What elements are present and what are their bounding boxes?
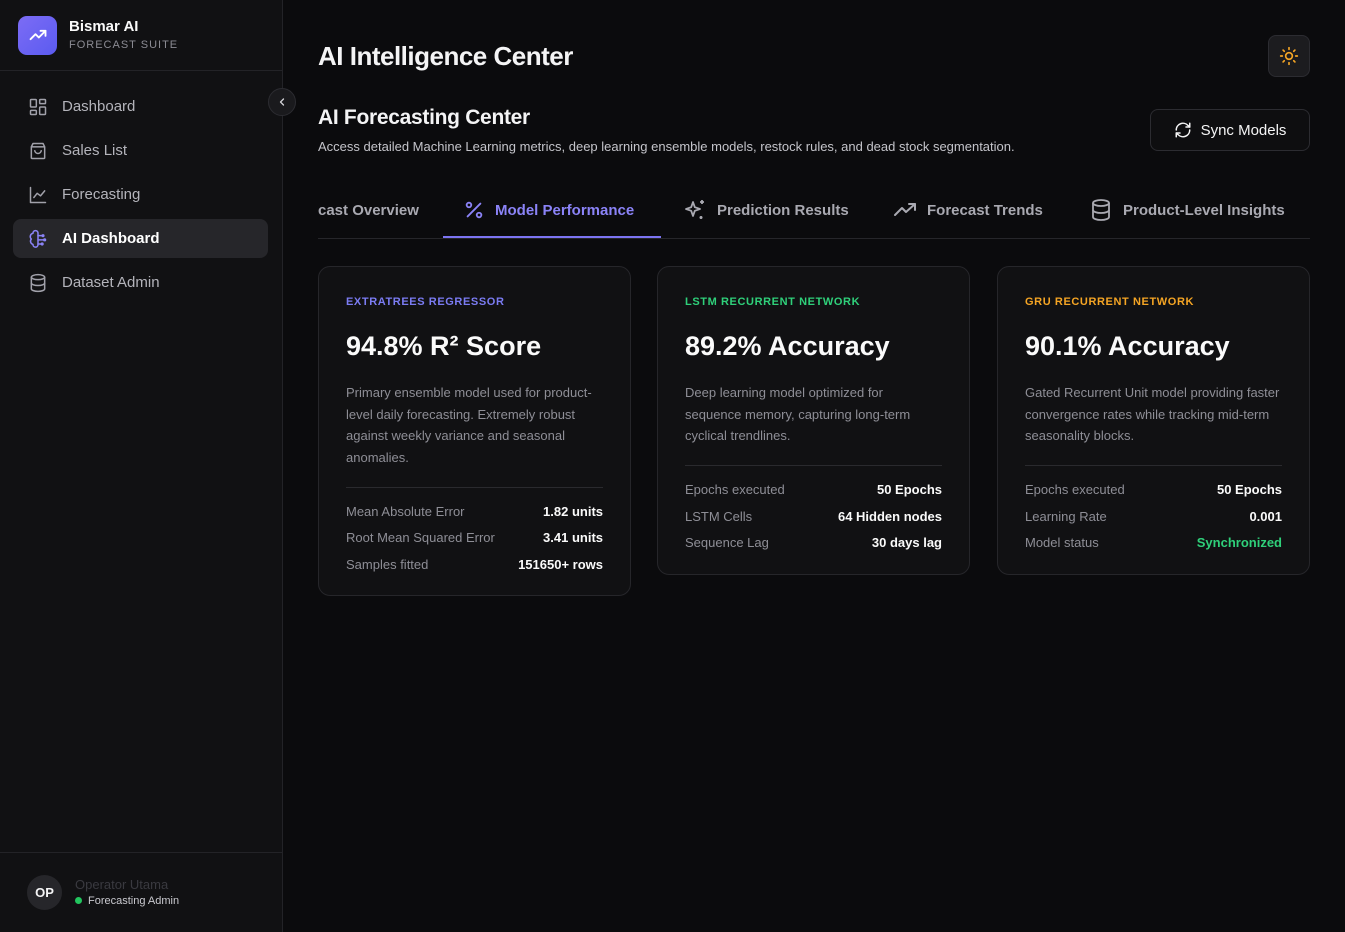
model-stats: Epochs executed 50 Epochs LSTM Cells 64 …	[685, 477, 942, 557]
brand[interactable]: Bismar AI FORECAST SUITE	[0, 0, 282, 71]
user-role-label: Forecasting Admin	[88, 894, 180, 907]
brand-name: Bismar AI	[69, 17, 139, 35]
sidebar-item-dashboard[interactable]: Dashboard	[13, 87, 268, 126]
sparkles-icon	[683, 198, 707, 222]
model-tag: GRU RECURRENT NETWORK	[1025, 296, 1195, 308]
divider	[685, 465, 942, 467]
divider	[1025, 465, 1282, 467]
database-icon	[27, 272, 49, 294]
tab-label: Forecast Trends	[927, 201, 1043, 219]
brand-subtitle: FORECAST SUITE	[69, 38, 179, 51]
stat-label: Epochs executed	[1025, 482, 1125, 498]
stat-label: Root Mean Squared Error	[346, 530, 495, 546]
shopping-bag-icon	[27, 140, 49, 162]
model-card-lstm: LSTM RECURRENT NETWORK 89.2% Accuracy De…	[657, 266, 970, 575]
model-metric: 90.1% Accuracy	[1025, 331, 1230, 361]
chevron-left-icon	[279, 98, 285, 106]
sidebar-item-ai-dashboard[interactable]: AI Dashboard	[13, 219, 268, 258]
sync-models-button[interactable]: Sync Models	[1150, 109, 1310, 151]
model-status-value: Synchronized	[1196, 535, 1282, 551]
sidebar-item-label: Forecasting	[62, 186, 141, 203]
sidebar-item-label: Dataset Admin	[62, 274, 160, 291]
stat-value: 50 Epochs	[1216, 482, 1282, 498]
stat-label: Learning Rate	[1025, 508, 1107, 524]
avatar: OP	[27, 875, 62, 910]
tab-product-level-insights[interactable]: Product-Level Insights	[1089, 182, 1285, 238]
sidebar-item-label: Dashboard	[62, 98, 136, 115]
stat-row: Learning Rate 0.001	[1025, 504, 1282, 531]
model-description: Gated Recurrent Unit model providing fas…	[1025, 385, 1280, 444]
sidebar-item-label: AI Dashboard	[62, 230, 160, 247]
stat-row: Root Mean Squared Error 3.41 units	[346, 525, 603, 552]
sidebar-item-dataset-admin[interactable]: Dataset Admin	[13, 263, 268, 302]
tab-label: Model Performance	[495, 201, 635, 219]
model-description: Deep learning model optimized for sequen…	[685, 385, 911, 444]
sidebar: Bismar AI FORECAST SUITE Dashboard Sales…	[0, 0, 283, 932]
collapse-sidebar-button[interactable]	[268, 88, 296, 116]
user-profile[interactable]: OP Operator Utama Forecasting Admin	[0, 852, 282, 932]
page-title: AI Intelligence Center	[318, 41, 573, 71]
percent-icon	[463, 199, 485, 221]
model-card-gru: GRU RECURRENT NETWORK 90.1% Accuracy Gat…	[997, 266, 1310, 575]
model-stats: Epochs executed 50 Epochs Learning Rate …	[1025, 477, 1282, 557]
tab-label: cast Overview	[318, 201, 419, 219]
brain-circuit-icon	[27, 228, 49, 250]
stat-label: Mean Absolute Error	[346, 503, 465, 519]
model-tag: EXTRATREES REGRESSOR	[346, 296, 505, 308]
line-chart-icon	[27, 184, 49, 206]
tab-label: Product-Level Insights	[1123, 201, 1285, 219]
model-stats: Mean Absolute Error 1.82 units Root Mean…	[346, 499, 603, 579]
refresh-icon	[1175, 122, 1191, 138]
stat-row: Samples fitted 151650+ rows	[346, 552, 603, 579]
divider	[346, 486, 603, 488]
model-metric: 89.2% Accuracy	[685, 331, 890, 361]
sidebar-item-label: Sales List	[62, 142, 128, 159]
stat-label: LSTM Cells	[685, 508, 753, 524]
tab-bar: cast Overview Model Performance Predicti…	[318, 182, 1310, 239]
tab-label: Prediction Results	[717, 201, 849, 219]
stat-label: Epochs executed	[685, 482, 785, 498]
stat-value: 0.001	[1249, 508, 1282, 524]
model-tag: LSTM RECURRENT NETWORK	[685, 296, 861, 308]
sidebar-nav: Dashboard Sales List Forecasting AI Dash…	[13, 87, 268, 307]
stat-row: Epochs executed 50 Epochs	[1025, 477, 1282, 504]
user-name: Operator Utama	[75, 876, 169, 892]
sync-models-label: Sync Models	[1200, 121, 1287, 139]
trending-up-icon	[18, 15, 57, 55]
stat-value: 50 Epochs	[876, 482, 942, 498]
online-status-dot	[75, 897, 82, 904]
grid-icon	[27, 96, 49, 118]
tab-model-performance[interactable]: Model Performance	[463, 182, 634, 238]
user-role: Forecasting Admin	[75, 893, 179, 909]
model-card-extratrees: EXTRATREES REGRESSOR 94.8% R² Score Prim…	[318, 266, 631, 596]
section-description: Access detailed Machine Learning metrics…	[318, 139, 1015, 154]
tab-forecast-trends[interactable]: Forecast Trends	[893, 182, 1043, 238]
stat-row: LSTM Cells 64 Hidden nodes	[685, 504, 942, 531]
stat-value: 151650+ rows	[518, 556, 603, 572]
tab-prediction-results[interactable]: Prediction Results	[683, 182, 849, 238]
theme-toggle-button[interactable]	[1268, 35, 1310, 77]
sun-icon	[1279, 46, 1299, 66]
stat-row: Epochs executed 50 Epochs	[685, 477, 942, 504]
trending-up-icon	[893, 198, 917, 222]
model-description: Primary ensemble model used for product-…	[346, 385, 592, 466]
stat-value: 64 Hidden nodes	[837, 508, 942, 524]
stat-row: Mean Absolute Error 1.82 units	[346, 499, 603, 526]
stat-row: Sequence Lag 30 days lag	[685, 530, 942, 557]
model-metric: 94.8% R² Score	[346, 331, 542, 361]
stat-value: 1.82 units	[543, 503, 603, 519]
active-tab-indicator	[443, 236, 661, 238]
stat-label: Samples fitted	[346, 556, 429, 572]
stat-label: Sequence Lag	[685, 535, 769, 551]
stat-row: Model status Synchronized	[1025, 530, 1282, 557]
tab-forecast-overview[interactable]: cast Overview	[318, 182, 419, 238]
section-title: AI Forecasting Center	[318, 106, 530, 129]
stat-value: 3.41 units	[543, 530, 603, 546]
sidebar-item-sales-list[interactable]: Sales List	[13, 131, 268, 170]
sidebar-item-forecasting[interactable]: Forecasting	[13, 175, 268, 214]
database-icon	[1089, 198, 1113, 222]
stat-label: Model status	[1025, 535, 1099, 551]
stat-value: 30 days lag	[871, 535, 942, 551]
